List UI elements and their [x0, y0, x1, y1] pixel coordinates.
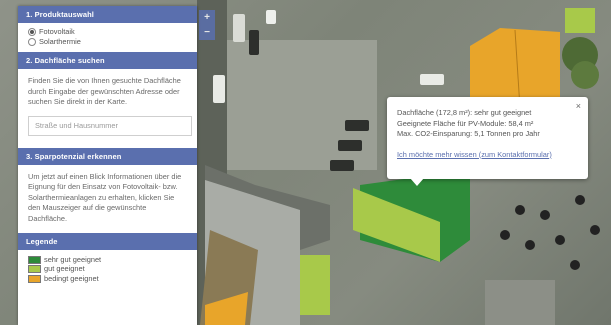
option-fotovoltaik[interactable]: Fotovoltaik: [28, 27, 187, 37]
roof-area-text: Dachfläche (172,8 m²): sehr gut geeignet: [397, 108, 532, 117]
car: [266, 10, 276, 24]
car: [249, 30, 259, 55]
legend-swatch-conditional: [28, 274, 41, 283]
popup-pointer: [410, 178, 424, 186]
close-icon[interactable]: ×: [576, 101, 581, 112]
barrel: [515, 205, 525, 215]
barrel: [570, 260, 580, 270]
option-label: Fotovoltaik: [39, 26, 75, 36]
section-heading-search: 2. Dachfläche suchen: [18, 52, 197, 69]
pv-area-text: Geeignete Fläche für PV-Module: 58,4 m²: [397, 118, 534, 128]
car: [213, 75, 225, 103]
legend-swatch-very-good: [28, 255, 41, 264]
section-heading-savings: 3. Sparpotenzial erkennen: [18, 147, 197, 165]
savings-description: Um jetzt auf einen Blick Informationen ü…: [28, 171, 182, 223]
contact-form-link[interactable]: Ich möchte mehr wissen (zum Kontaktformu…: [397, 150, 552, 161]
zoom-control: + −: [199, 10, 215, 40]
zoom-in-button[interactable]: +: [199, 10, 215, 25]
legend-item-conditional: bedingt geeignet: [28, 274, 187, 284]
car: [233, 14, 245, 42]
legend: sehr gut geeignet gut geeignet bedingt g…: [18, 250, 197, 290]
popup-content: Dachfläche (172,8 m²): sehr gut geeignet…: [397, 108, 552, 160]
car: [345, 120, 369, 131]
barrel: [590, 225, 600, 235]
roof-light-green-small: [300, 255, 330, 315]
radio-solarthermie[interactable]: [28, 38, 36, 46]
lot: [485, 280, 555, 325]
search-description: Finden Sie die von Ihnen gesuchte Dachfl…: [28, 76, 181, 106]
tree: [571, 61, 599, 89]
car: [330, 160, 354, 171]
app-frame: + − 1. Produktauswahl Fotovoltaik Solart…: [0, 0, 611, 325]
zoom-out-button[interactable]: −: [199, 25, 215, 40]
address-search-input[interactable]: [28, 115, 192, 136]
option-solarthermie[interactable]: Solarthermie: [28, 37, 187, 47]
product-options: Fotovoltaik Solarthermie: [18, 23, 197, 52]
radio-fotovoltaik[interactable]: [28, 28, 36, 36]
side-panel: 1. Produktauswahl Fotovoltaik Solartherm…: [18, 6, 197, 325]
co2-savings-text: Max. CO2-Einsparung: 5,1 Tonnen pro Jahr: [397, 129, 540, 138]
section-heading-legend: Legende: [18, 233, 197, 250]
option-label: Solarthermie: [39, 36, 81, 46]
barrel: [540, 210, 550, 220]
legend-swatch-good: [28, 265, 41, 274]
barrel: [500, 230, 510, 240]
savings-section: Um jetzt auf einen Blick Informationen ü…: [18, 165, 197, 234]
car: [338, 140, 362, 151]
barrel: [525, 240, 535, 250]
legend-label: bedingt geeignet: [44, 273, 99, 283]
roof-info-popup: × Dachfläche (172,8 m²): sehr gut geeign…: [387, 97, 588, 179]
search-section: Finden Sie die von Ihnen gesuchte Dachfl…: [18, 69, 197, 144]
barrel: [555, 235, 565, 245]
roof-light-green-top: [565, 8, 595, 33]
section-heading-product: 1. Produktauswahl: [18, 6, 197, 23]
barrel: [575, 195, 585, 205]
car: [420, 74, 444, 85]
